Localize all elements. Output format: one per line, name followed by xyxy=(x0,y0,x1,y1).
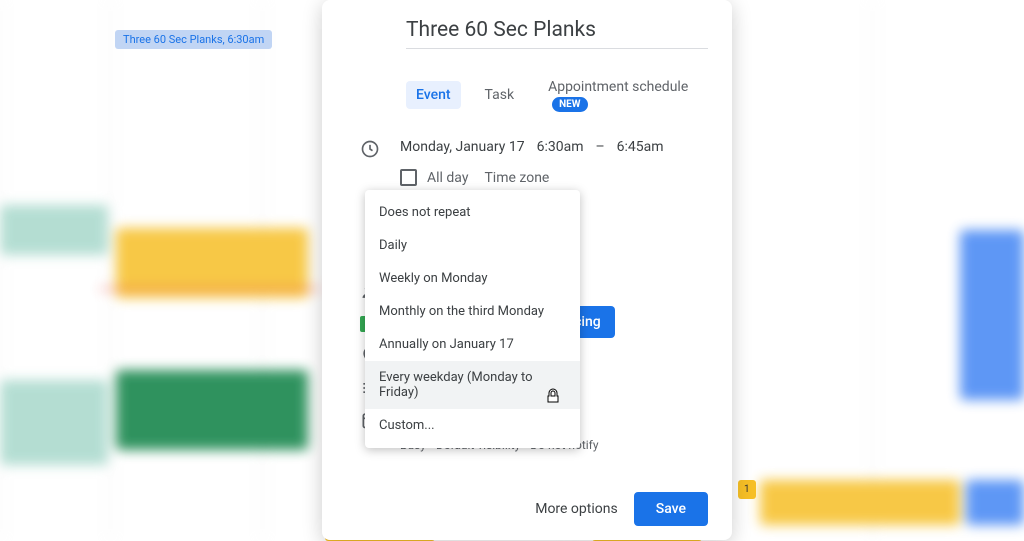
clock-icon xyxy=(358,137,382,161)
recurrence-option-no-repeat[interactable]: Does not repeat xyxy=(365,196,580,229)
time-zone-link[interactable]: Time zone xyxy=(484,170,549,186)
tab-appointment[interactable]: Appointment schedule NEW xyxy=(538,73,708,117)
event-end-time[interactable]: 6:45am xyxy=(617,139,664,155)
dialog-footer: More options Save xyxy=(346,480,708,526)
bg-event-badge: 1 xyxy=(738,480,756,499)
event-title-input[interactable]: Three 60 Sec Planks xyxy=(406,18,708,49)
recurrence-option-monthly[interactable]: Monthly on the third Monday xyxy=(365,295,580,328)
event-type-tabs: Event Task Appointment schedule NEW xyxy=(406,73,708,117)
event-start-time[interactable]: 6:30am xyxy=(537,139,584,155)
cursor-icon xyxy=(543,387,563,411)
new-badge: NEW xyxy=(552,97,587,112)
recurrence-option-annually[interactable]: Annually on January 17 xyxy=(365,328,580,361)
more-options-button[interactable]: More options xyxy=(535,501,618,517)
recurrence-option-weekly[interactable]: Weekly on Monday xyxy=(365,262,580,295)
all-day-checkbox[interactable] xyxy=(400,169,417,186)
event-date[interactable]: Monday, January 17 xyxy=(400,139,525,155)
tab-appointment-label: Appointment schedule xyxy=(548,79,688,95)
tab-event[interactable]: Event xyxy=(406,81,461,109)
save-button[interactable]: Save xyxy=(634,492,708,526)
datetime-row: Monday, January 17 6:30am – 6:45am All d… xyxy=(346,137,708,186)
recurrence-option-daily[interactable]: Daily xyxy=(365,229,580,262)
recurrence-option-custom[interactable]: Custom... xyxy=(365,409,580,442)
time-separator: – xyxy=(595,139,604,155)
all-day-label: All day xyxy=(427,170,468,186)
tab-task[interactable]: Task xyxy=(475,81,525,109)
bg-event-chip: Three 60 Sec Planks, 6:30am xyxy=(115,30,272,49)
